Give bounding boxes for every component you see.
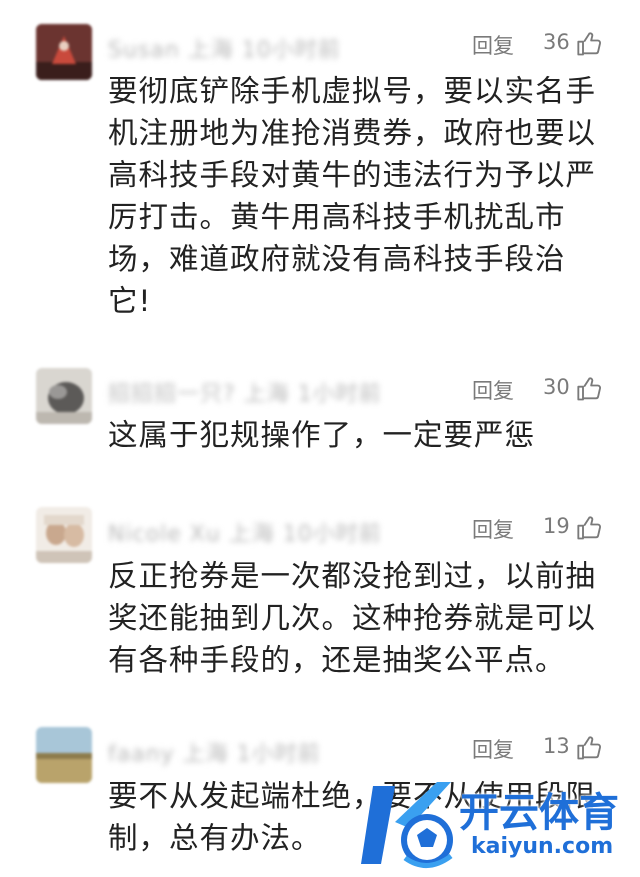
like-count: 30 xyxy=(543,375,570,399)
comment-line: 这属于犯规操作了，一定要严惩 xyxy=(108,418,536,452)
username[interactable]: Susan 上海 10小时前 xyxy=(108,32,341,64)
comment-text: 要彻底铲除手机虚拟号，要以实名手 机注册地为准抢消费券，政府也要以 高科技手段对… xyxy=(108,70,608,322)
reply-button[interactable]: 回复 xyxy=(472,734,514,764)
username[interactable]: faany 上海 1小时前 xyxy=(108,736,321,768)
avatar[interactable] xyxy=(36,24,92,80)
thumbs-up-icon[interactable] xyxy=(576,514,604,542)
username[interactable]: 招招招一只? 上海 1小时前 xyxy=(108,376,382,408)
comment-line: 反正抢券是一次都没抢到过，以前抽 xyxy=(108,559,597,593)
watermark-brand-en: kaiyun.com xyxy=(471,834,614,859)
reply-button[interactable]: 回复 xyxy=(472,30,514,60)
comment-text: 反正抢券是一次都没抢到过，以前抽 奖还能抽到几次。这种抢券就是可以 有各种手段的… xyxy=(108,555,608,681)
comment-line: 场，难道政府就没有高科技手段治 xyxy=(108,242,566,276)
avatar[interactable] xyxy=(36,727,92,783)
reply-button[interactable]: 回复 xyxy=(472,375,514,405)
comment-line: 有各种手段的，还是抽奖公平点。 xyxy=(108,643,566,677)
avatar[interactable] xyxy=(36,507,92,563)
comment-line: 要彻底铲除手机虚拟号，要以实名手 xyxy=(108,74,597,108)
comment-text: 这属于犯规操作了，一定要严惩 xyxy=(108,414,608,456)
comment-line: 厉打击。黄牛用高科技手机扰乱市 xyxy=(108,200,566,234)
comment-line: 高科技手段对黄牛的违法行为予以严 xyxy=(108,158,597,192)
comment-line: 它! xyxy=(108,284,152,318)
thumbs-up-icon[interactable] xyxy=(576,30,604,58)
kaiyun-logo-icon xyxy=(361,782,453,868)
thumbs-up-icon[interactable] xyxy=(576,375,604,403)
comment-line: 机注册地为准抢消费券，政府也要以 xyxy=(108,116,597,150)
watermark-brand-cn: 开云体育 xyxy=(459,790,619,836)
avatar[interactable] xyxy=(36,368,92,424)
like-count: 19 xyxy=(543,514,570,538)
reply-button[interactable]: 回复 xyxy=(472,514,514,544)
like-count: 36 xyxy=(543,30,570,54)
like-count: 13 xyxy=(543,734,570,758)
comment-line: 奖还能抽到几次。这种抢券就是可以 xyxy=(108,601,597,635)
thumbs-up-icon[interactable] xyxy=(576,734,604,762)
username[interactable]: Nicole Xu 上海 10小时前 xyxy=(108,516,382,548)
watermark: 开云体育 kaiyun.com xyxy=(355,772,640,877)
